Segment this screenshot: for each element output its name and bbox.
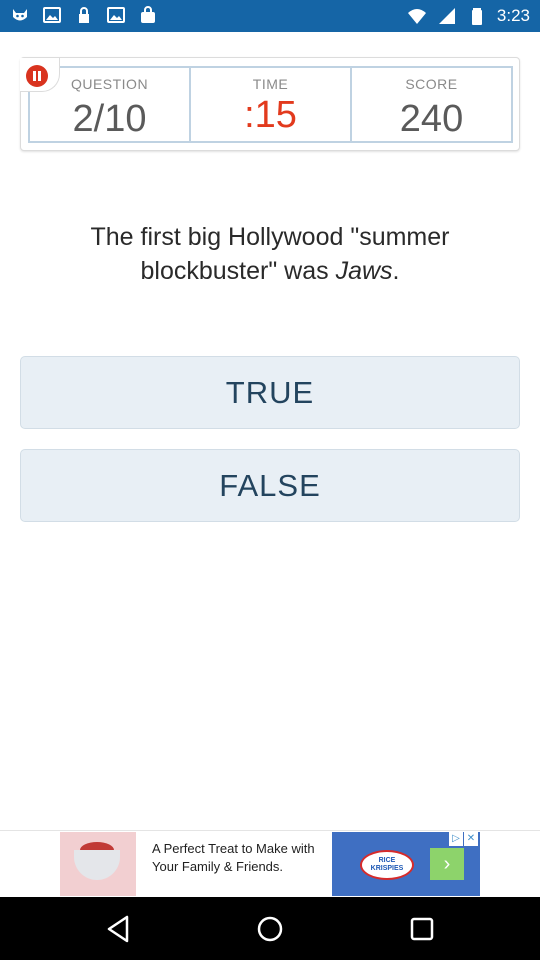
- photo-icon: [106, 5, 126, 25]
- pause-icon-bar: [38, 71, 41, 81]
- clock: 3:23: [496, 6, 530, 25]
- photo-icon: [42, 5, 62, 25]
- back-icon[interactable]: [103, 913, 135, 945]
- ad-food-image: [60, 832, 136, 896]
- score-panel: QUESTION 2/10 TIME :15 SCORE 240: [28, 66, 513, 143]
- cat-app-icon: [10, 5, 30, 25]
- ad-bowl: [74, 850, 120, 880]
- score-label: SCORE: [405, 76, 458, 92]
- status-bar: 3:23: [0, 0, 540, 32]
- true-button[interactable]: TRUE: [20, 356, 520, 429]
- timer: TIME :15: [191, 68, 352, 141]
- pause-button[interactable]: [26, 65, 48, 87]
- ad-divider: [0, 830, 540, 831]
- home-icon[interactable]: [254, 913, 286, 945]
- signal-icon: [437, 6, 457, 26]
- notification-icons: [10, 5, 158, 25]
- time-value: :15: [244, 94, 297, 136]
- time-label: TIME: [252, 76, 289, 92]
- false-button[interactable]: FALSE: [20, 449, 520, 522]
- ad-brand-logo: RICE KRISPIES: [360, 850, 414, 880]
- question-value: 2/10: [72, 98, 147, 140]
- chevron-right-icon[interactable]: ›: [430, 848, 464, 880]
- lock-icon: [74, 5, 94, 25]
- ad-banner[interactable]: A Perfect Treat to Make with Your Family…: [60, 832, 480, 896]
- wifi-icon: [407, 6, 427, 26]
- scoreboard: QUESTION 2/10 TIME :15 SCORE 240: [20, 57, 520, 151]
- ad-text: A Perfect Treat to Make with Your Family…: [152, 841, 315, 874]
- score-counter: SCORE 240: [352, 68, 511, 141]
- bag-icon: [138, 5, 158, 25]
- pause-icon: [33, 71, 36, 81]
- navigation-bar: [0, 897, 540, 960]
- ad-info-icon[interactable]: ▷: [449, 832, 463, 846]
- question-text-end: .: [392, 257, 400, 285]
- question-text: The first big Hollywood "summer blockbus…: [30, 220, 510, 288]
- recent-apps-icon[interactable]: [406, 913, 438, 945]
- ad-close-controls: ▷ ✕: [449, 832, 478, 846]
- close-icon[interactable]: ✕: [464, 832, 478, 846]
- question-text-italic: Jaws: [335, 257, 393, 285]
- system-icons: 3:23: [407, 0, 530, 32]
- ad-brand-text: RICE KRISPIES: [370, 857, 404, 872]
- score-value: 240: [399, 98, 464, 140]
- battery-icon: [467, 6, 487, 26]
